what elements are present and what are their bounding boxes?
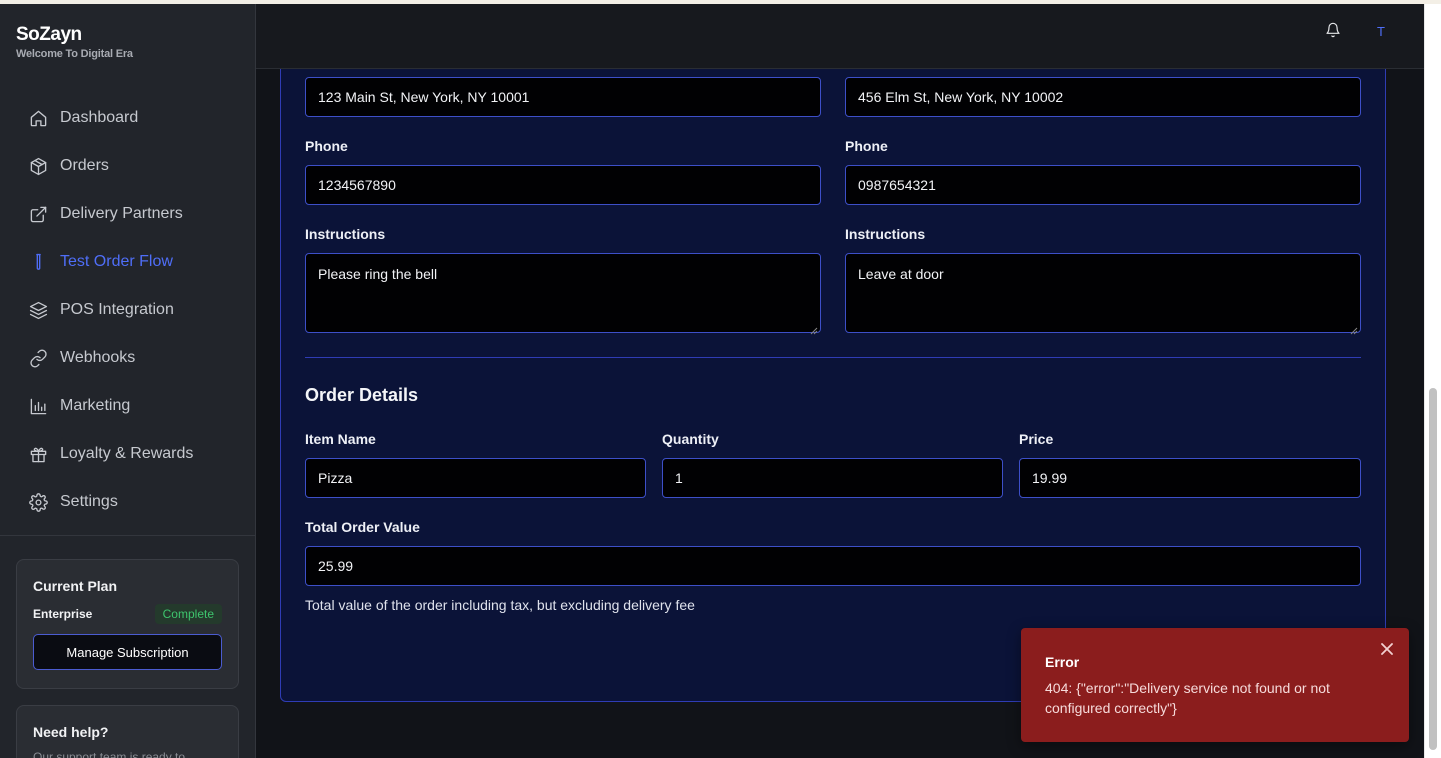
brand-tagline: Welcome To Digital Era [16,48,133,60]
brand-name: SoZayn [16,24,82,45]
help-card: Need help? Our support team is ready to [16,705,239,758]
pickup-instructions-label: Instructions [305,226,386,242]
sidebar-item-dashboard[interactable]: Dashboard [16,94,240,142]
quantity-input[interactable]: 1 [662,458,1003,498]
pickup-phone-input[interactable]: 1234567890 [305,165,821,205]
error-toast: Error 404: {"error":"Delivery service no… [1021,628,1409,742]
order-details-title: Order Details [305,385,419,405]
link-icon [28,348,48,368]
status-badge: Complete [154,604,222,624]
pickup-address-input[interactable]: 123 Main St, New York, NY 10001 [305,77,821,117]
price-label: Price [1019,431,1054,447]
package-icon [28,156,48,176]
toast-message: 404: {"error":"Delivery service not foun… [1045,680,1330,716]
layers-icon [28,300,48,320]
bar-chart-icon [28,396,48,416]
dropoff-phone-label: Phone [845,138,888,154]
brand: SoZayn Welcome To Digital Era [16,24,133,60]
section-divider [305,357,1361,358]
dropoff-phone-input[interactable]: 0987654321 [845,165,1361,205]
dropoff-instructions-textarea[interactable]: Leave at door [845,253,1361,335]
help-text: Our support team is ready to [33,750,186,758]
manage-subscription-button[interactable]: Manage Subscription [33,634,222,670]
sidebar-item-label: Test Order Flow [60,253,173,270]
resize-handle-icon[interactable] [810,322,818,335]
test-tube-icon [28,252,48,272]
sidebar-item-label: Webhooks [60,349,136,366]
plan-name: Enterprise [33,607,93,621]
resize-handle-icon[interactable] [1350,322,1358,335]
toast-title: Error [1045,654,1080,670]
dropoff-instructions-text: Leave at door [858,266,944,282]
pickup-instructions-textarea[interactable]: Please ring the bell [305,253,821,335]
sidebar-item-marketing[interactable]: Marketing [16,382,240,430]
close-icon[interactable] [1381,642,1395,656]
sidebar-nav: Dashboard Orders Delivery Partners Test … [16,94,240,526]
sidebar-item-delivery-partners[interactable]: Delivery Partners [16,190,240,238]
sidebar-item-loyalty-rewards[interactable]: Loyalty & Rewards [16,430,240,478]
test-order-form: 123 Main St, New York, NY 10001 456 Elm … [280,69,1386,702]
pickup-phone-label: Phone [305,138,348,154]
plan-title: Current Plan [33,578,118,594]
price-input[interactable]: 19.99 [1019,458,1361,498]
page-scrollbar[interactable] [1424,4,1441,758]
item-name-input[interactable]: Pizza [305,458,646,498]
sidebar-item-label: POS Integration [60,301,174,318]
total-order-value-label: Total Order Value [305,519,420,535]
sidebar-item-test-order-flow[interactable]: Test Order Flow [16,238,240,286]
sidebar-item-settings[interactable]: Settings [16,478,240,526]
help-title: Need help? [33,724,109,740]
sidebar-item-label: Orders [60,157,109,174]
sidebar: SoZayn Welcome To Digital Era Dashboard … [0,4,256,758]
external-link-icon [28,204,48,224]
gift-icon [28,444,48,464]
scrollbar-thumb[interactable] [1429,388,1437,750]
home-icon [28,108,48,128]
pickup-instructions-text: Please ring the bell [318,266,438,282]
sidebar-item-label: Settings [60,493,118,510]
dropoff-instructions-label: Instructions [845,226,926,242]
sidebar-item-label: Marketing [60,397,131,414]
top-header: T [256,4,1424,69]
sidebar-divider [0,535,255,536]
dropoff-address-input[interactable]: 456 Elm St, New York, NY 10002 [845,77,1361,117]
current-plan-card: Current Plan Enterprise Complete Manage … [16,559,239,689]
sidebar-item-label: Dashboard [60,109,139,126]
bell-icon[interactable] [1325,22,1343,40]
sidebar-item-orders[interactable]: Orders [16,142,240,190]
quantity-label: Quantity [662,431,719,447]
total-order-value-input[interactable]: 25.99 [305,546,1361,586]
sidebar-item-label: Delivery Partners [60,205,183,222]
plan-row: Enterprise Complete [33,604,222,624]
avatar[interactable]: T [1377,24,1385,39]
sidebar-item-pos-integration[interactable]: POS Integration [16,286,240,334]
total-order-value-hint: Total value of the order including tax, … [305,597,695,613]
sidebar-item-webhooks[interactable]: Webhooks [16,334,240,382]
sidebar-item-label: Loyalty & Rewards [60,445,194,462]
gear-icon [28,492,48,512]
item-name-label: Item Name [305,431,376,447]
